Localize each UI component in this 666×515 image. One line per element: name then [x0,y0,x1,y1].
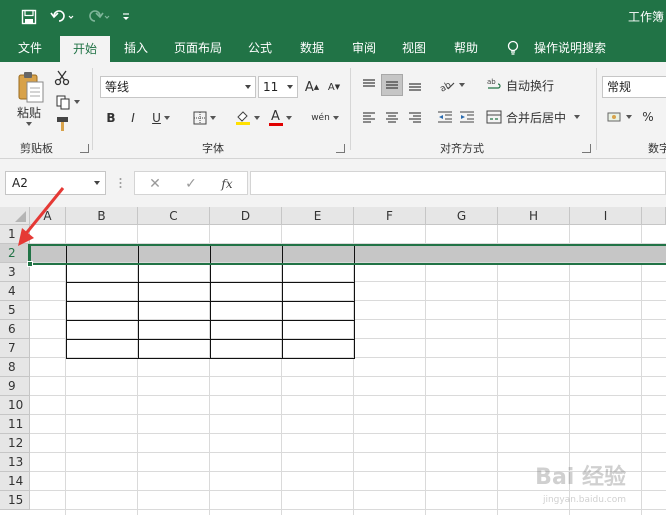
annotation-arrow [18,187,65,246]
watermark-url: jingyan.baidu.com [542,495,626,505]
watermark: Bai 经验 [535,465,626,490]
